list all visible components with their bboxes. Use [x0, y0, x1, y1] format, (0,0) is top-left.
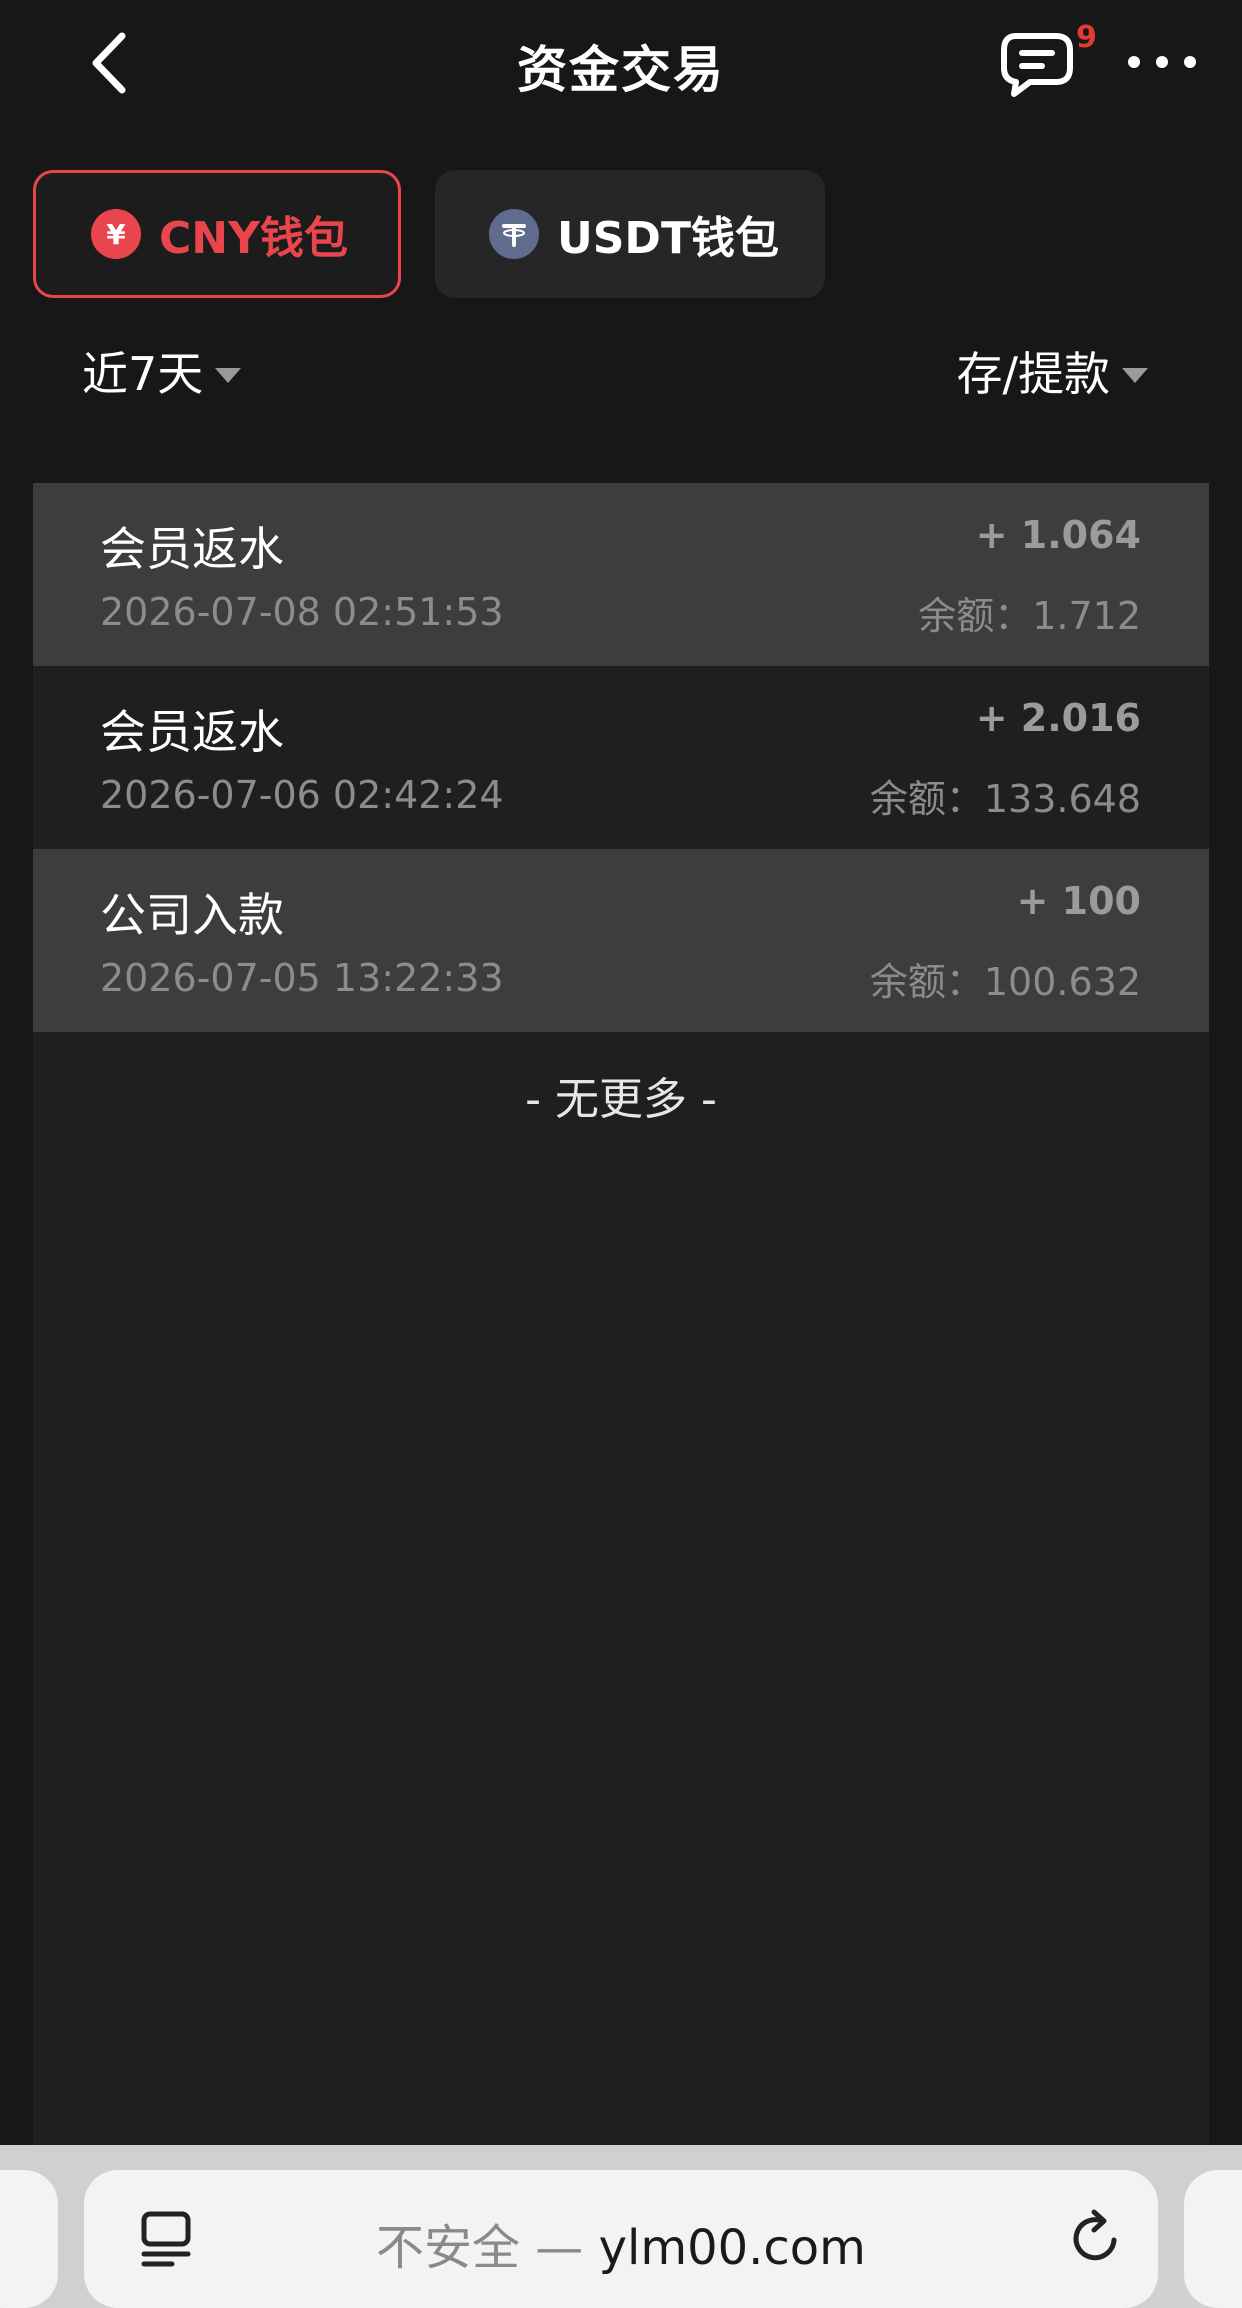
caret-down-icon [1122, 367, 1148, 383]
tab-cny-wallet-label: CNY钱包 [159, 213, 348, 264]
transaction-time: 2026-07-06 02:42:24 [100, 773, 504, 817]
reload-icon [1073, 2209, 1117, 2261]
yuan-icon: ¥ [91, 209, 141, 259]
date-range-dropdown[interactable]: 近7天 [82, 338, 242, 404]
transaction-type-dropdown[interactable]: 存/提款 [956, 338, 1148, 404]
url-domain: ylm00.com [598, 2220, 866, 2276]
address-bar[interactable]: 不安全 — ylm00.com [84, 2170, 1158, 2308]
messages-button[interactable] [998, 28, 1078, 100]
transaction-row[interactable]: 公司入款 2026-07-05 13:22:33 + 100 余额：100.63… [33, 849, 1209, 1032]
tab-usdt-wallet-label: USDT钱包 [557, 213, 779, 264]
transaction-list: 会员返水 2026-07-08 02:51:53 + 1.064 余额：1.71… [33, 483, 1209, 2145]
browser-toolbar: 不安全 — ylm00.com [0, 2145, 1242, 2308]
transaction-balance: 余额：1.712 [918, 594, 1141, 638]
transaction-amount: + 2.016 [975, 696, 1141, 740]
page: 资金交易 9 ¥ CNY钱包 USDT钱包 近7天 存/提款 会员返水 2026… [0, 0, 1242, 2308]
tab-usdt-wallet[interactable]: USDT钱包 [435, 170, 825, 298]
transaction-amount: + 100 [1016, 879, 1141, 923]
transaction-row[interactable]: 会员返水 2026-07-08 02:51:53 + 1.064 余额：1.71… [33, 483, 1209, 666]
transaction-time: 2026-07-08 02:51:53 [100, 590, 504, 634]
insecure-label: 不安全 — [376, 2220, 599, 2276]
chat-bubble-icon [1001, 33, 1073, 97]
reload-button[interactable] [1064, 2206, 1128, 2270]
date-range-value: 近7天 [82, 347, 204, 401]
transaction-time: 2026-07-05 13:22:33 [100, 956, 504, 1000]
more-dots-icon [1128, 56, 1196, 68]
list-end-text: - 无更多 - [525, 1074, 717, 1125]
transaction-row[interactable]: 会员返水 2026-07-06 02:42:24 + 2.016 余额：133.… [33, 666, 1209, 849]
previous-tab-preview[interactable] [0, 2170, 58, 2308]
message-count-badge: 9 [1076, 20, 1097, 55]
transaction-balance: 余额：133.648 [869, 777, 1141, 821]
transaction-balance: 余额：100.632 [869, 960, 1141, 1004]
transaction-type-value: 存/提款 [956, 347, 1111, 401]
url-text[interactable]: 不安全 — ylm00.com [84, 2208, 1158, 2278]
transaction-amount: + 1.064 [975, 513, 1141, 557]
tab-cny-wallet[interactable]: ¥ CNY钱包 [33, 170, 401, 298]
tether-icon [489, 209, 539, 259]
top-nav-bar: 资金交易 9 [0, 0, 1242, 126]
caret-down-icon [215, 367, 242, 383]
transaction-title: 会员返水 [100, 705, 284, 759]
transaction-title: 会员返水 [100, 522, 284, 576]
transaction-title: 公司入款 [100, 888, 284, 942]
next-tab-preview[interactable] [1184, 2170, 1242, 2308]
more-button[interactable] [1122, 42, 1202, 82]
